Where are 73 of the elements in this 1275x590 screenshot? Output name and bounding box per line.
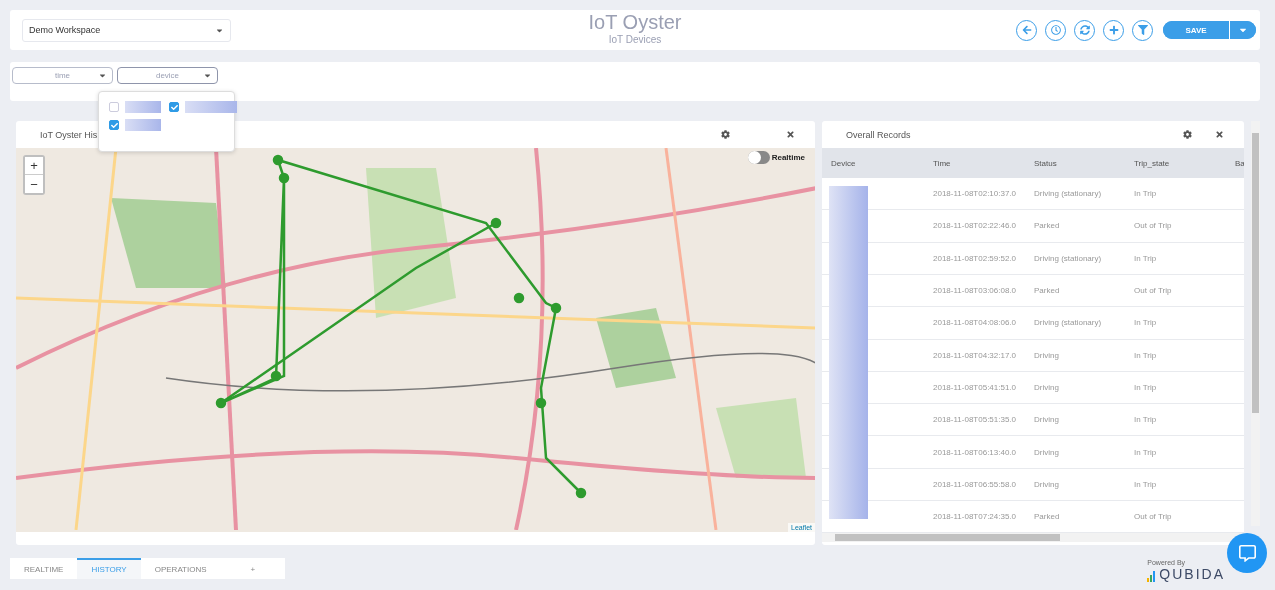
close-icon[interactable] <box>1215 130 1224 139</box>
table-cell-text: In Trip <box>1134 415 1158 425</box>
table-cell-text: 2018-11-08T07:24:35.0 <box>933 512 1018 522</box>
table-cell-text: 2018-11-08T05:51:35.0 <box>933 415 1018 425</box>
column-header[interactable]: Status <box>1034 158 1134 168</box>
table-cell-text: Out of Trip <box>1134 221 1173 231</box>
close-icon[interactable] <box>786 130 795 139</box>
back-arrow-icon <box>1021 25 1032 35</box>
table-cell-text: Driving (stationary) <box>1034 189 1103 199</box>
column-header[interactable]: Time <box>933 158 1034 168</box>
table-cell-text: Driving <box>1034 479 1060 489</box>
table-cell-text: 2018-11-08T02:10:37.0 <box>933 189 1018 199</box>
table-cell-text: Driving <box>1034 350 1060 360</box>
redacted-label <box>185 101 237 113</box>
table-cell-text: Driving (stationary) <box>1034 318 1103 328</box>
table-cell-text: In Trip <box>1134 318 1158 328</box>
table-cell-text: 2018-11-08T05:41:51.0 <box>933 382 1018 392</box>
scrollbar[interactable] <box>822 533 1244 542</box>
table-cell-text: 2018-11-08T04:32:17.0 <box>933 350 1018 360</box>
panel-title: IoT Oyster His <box>40 129 98 140</box>
workspace-select[interactable]: Demo Workspace <box>22 18 231 42</box>
table-cell-text: Parked <box>1034 512 1061 522</box>
table-cell-text: 2018-11-08T04:08:06.0 <box>933 318 1018 328</box>
table-cell-text: Driving <box>1034 415 1060 425</box>
table-cell-text: In Trip <box>1134 479 1158 489</box>
table-cell-text: 2018-11-08T06:13:40.0 <box>933 447 1018 457</box>
checkbox[interactable] <box>109 120 119 130</box>
table-cell-text: Driving <box>1034 447 1060 457</box>
table-cell-text: In Trip <box>1134 350 1158 360</box>
column-header[interactable]: Device <box>831 158 933 168</box>
table-cell-text: In Trip <box>1134 382 1158 392</box>
app-subtitle: IoT Devices <box>608 34 662 45</box>
refresh-icon <box>1079 25 1090 35</box>
bar-chart-logo-icon <box>1147 571 1157 582</box>
table-cell-text: 2018-11-08T02:22:46.0 <box>933 221 1018 231</box>
clock-icon <box>1050 25 1061 35</box>
back-arrow-button[interactable] <box>1016 19 1037 41</box>
filter-button[interactable] <box>1132 19 1153 41</box>
refresh-button[interactable] <box>1074 19 1095 41</box>
chat-icon <box>1238 544 1256 562</box>
redacted-label <box>125 101 161 113</box>
panel-title: Overall Records <box>846 129 911 140</box>
table-cell-text: 2018-11-08T03:06:08.0 <box>933 286 1018 296</box>
settings-icon[interactable] <box>721 130 730 139</box>
app-title: IoT Oyster <box>588 11 682 34</box>
caret-icon <box>203 71 212 80</box>
column-header[interactable]: Ba <box>1235 158 1244 168</box>
plus-icon <box>1108 25 1119 35</box>
table-cell-text: Parked <box>1034 286 1061 296</box>
table-cell-text: Out of Trip <box>1134 512 1173 522</box>
table-cell-text: 2018-11-08T06:55:58.0 <box>933 479 1018 489</box>
table-cell-text: In Trip <box>1134 189 1158 199</box>
zoom-in-button[interactable]: + <box>25 157 43 175</box>
toggle-label: Realtime <box>771 153 805 162</box>
caret-icon <box>98 71 107 80</box>
clock-button[interactable] <box>1045 19 1066 41</box>
checkbox[interactable] <box>109 102 119 112</box>
redacted-label <box>125 119 161 131</box>
table-cell-text: Parked <box>1034 221 1061 231</box>
table-cell-text: 2018-11-08T02:59:52.0 <box>933 253 1018 263</box>
table-cell-text: In Trip <box>1134 253 1158 263</box>
table-cell-text: In Trip <box>1134 447 1158 457</box>
brand-name: QUBIDA <box>1159 566 1225 582</box>
table-cell-text: Out of Trip <box>1134 286 1173 296</box>
checkbox[interactable] <box>169 102 179 112</box>
filter-icon <box>1137 25 1148 35</box>
chat-button[interactable] <box>1227 533 1267 573</box>
settings-icon[interactable] <box>1183 130 1192 139</box>
scrollbar[interactable] <box>1251 121 1260 526</box>
table-cell-text: Driving <box>1034 382 1060 392</box>
table-cell-text: Driving (stationary) <box>1034 253 1103 263</box>
column-header[interactable]: Trip_state <box>1134 158 1235 168</box>
plus-button[interactable] <box>1103 19 1124 41</box>
